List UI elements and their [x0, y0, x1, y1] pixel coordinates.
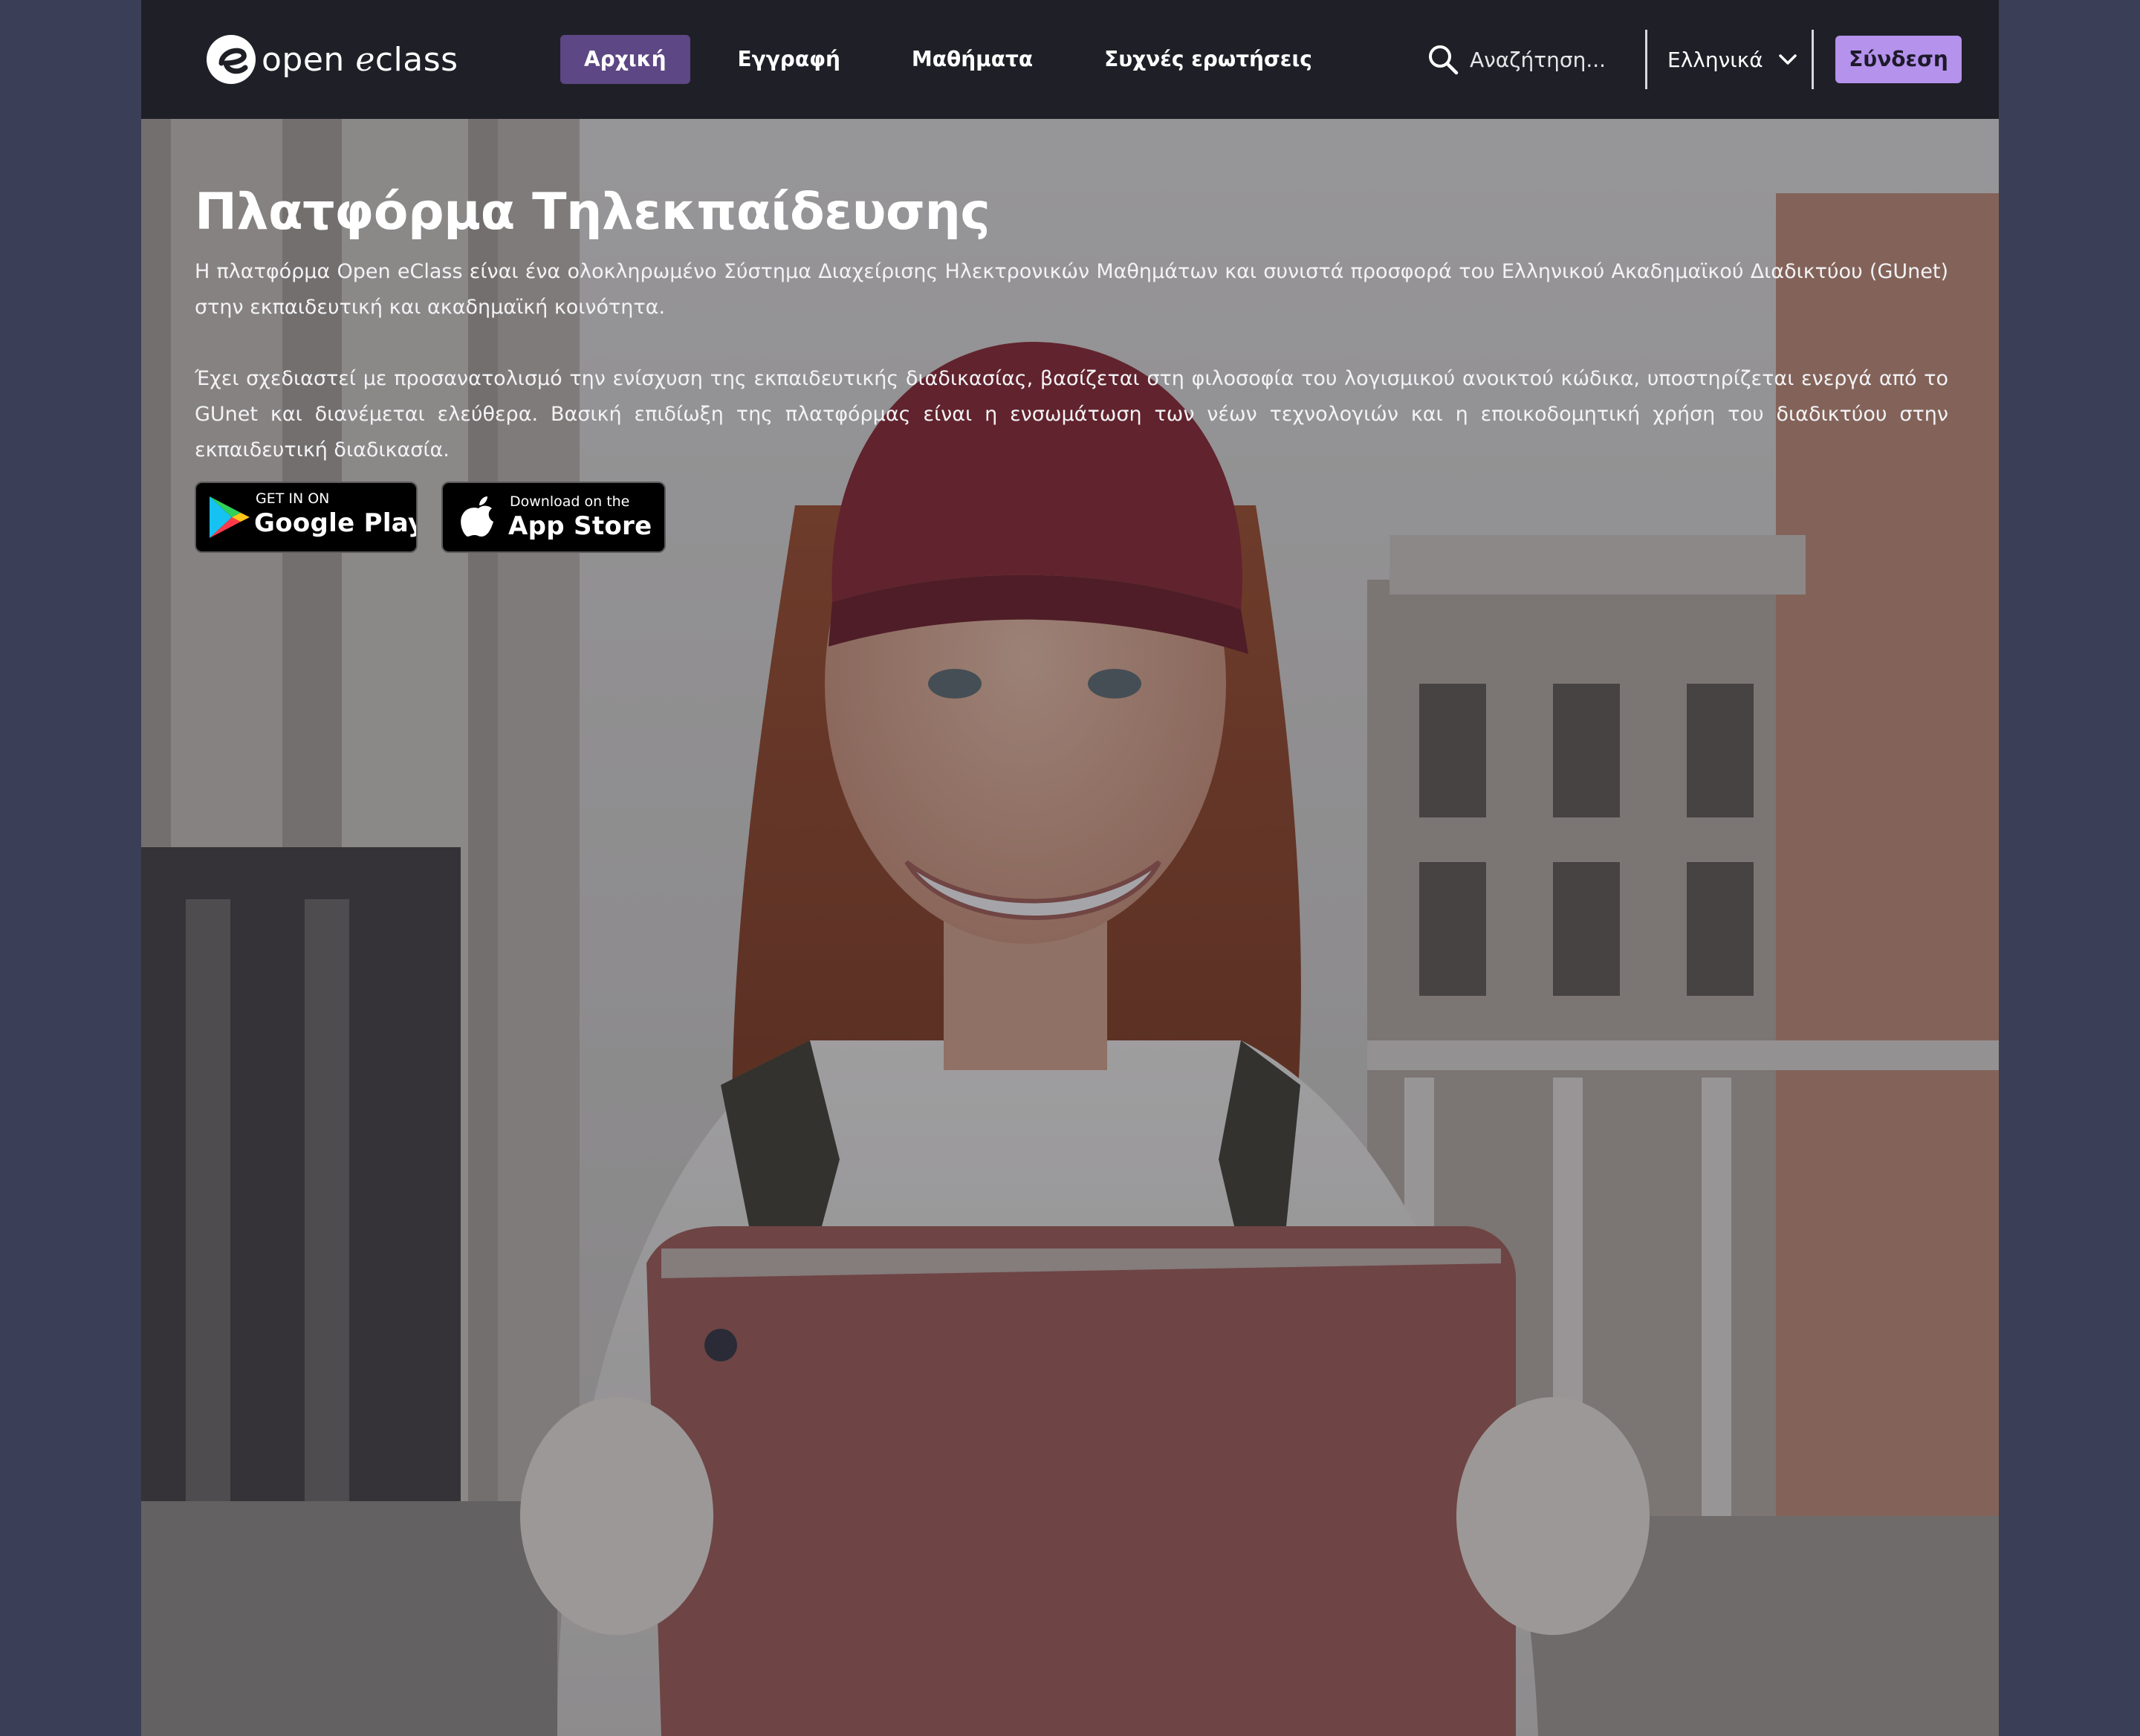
hero-description-1: Η πλατφόρμα Open eClass είναι ένα ολοκλη…	[195, 260, 1948, 319]
search-input[interactable]: Αναζήτηση...	[1470, 48, 1606, 72]
eclass-logo-icon	[207, 35, 256, 84]
apple-icon	[461, 496, 493, 537]
app-store-small-text: Download on the	[510, 493, 630, 510]
header-divider	[1812, 30, 1814, 89]
app-store-button[interactable]: Download on the App Store	[441, 482, 666, 553]
google-play-small-text: GET IN ON	[256, 490, 330, 507]
app-store-big-text: App Store	[508, 511, 652, 541]
page-frame: open eclass Αρχική Εγγραφή Μαθήματα Συχν…	[141, 0, 1999, 1736]
hero-title: Πλατφόρμα Τηλεκπαίδευσης	[195, 183, 990, 242]
header-divider	[1645, 30, 1647, 89]
login-button[interactable]: Σύνδεση	[1835, 36, 1962, 83]
nav-faq[interactable]: Συχνές ερωτήσεις	[1080, 35, 1336, 84]
open-eclass-logo[interactable]: open eclass	[205, 33, 458, 85]
hero-description-2: Έχει σχεδιαστεί με προσανατολισμό την εν…	[195, 367, 1948, 461]
nav-home[interactable]: Αρχική	[560, 35, 690, 84]
top-navbar: open eclass Αρχική Εγγραφή Μαθήματα Συχν…	[141, 0, 1999, 120]
search-box[interactable]: Αναζήτηση...	[1427, 39, 1606, 80]
google-play-big-text: Google Play	[254, 508, 418, 538]
language-selected: Ελληνικά	[1667, 47, 1763, 72]
hero-section: Πλατφόρμα Τηλεκπαίδευσης Η πλατφόρμα Ope…	[141, 119, 1999, 1736]
search-icon	[1429, 45, 1459, 75]
main-nav: Αρχική Εγγραφή Μαθήματα Συχνές ερωτήσεις	[560, 35, 1360, 84]
logo-wordmark: open eclass	[262, 40, 458, 79]
language-select[interactable]: Ελληνικά	[1667, 39, 1799, 80]
nav-register[interactable]: Εγγραφή	[714, 35, 864, 84]
chevron-down-icon	[1778, 54, 1797, 65]
google-play-button[interactable]: GET IN ON Google Play	[195, 482, 418, 553]
nav-courses[interactable]: Μαθήματα	[888, 35, 1057, 84]
google-play-icon	[210, 496, 250, 538]
